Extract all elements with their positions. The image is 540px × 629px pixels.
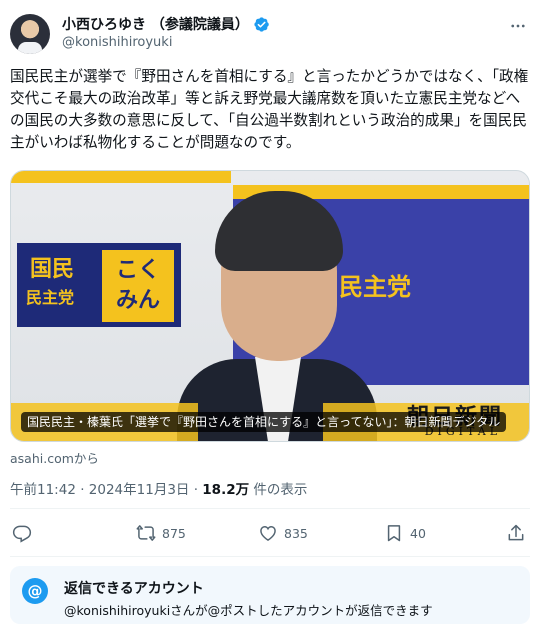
verified-badge-icon — [254, 16, 269, 32]
avatar[interactable] — [10, 14, 50, 54]
share-icon — [508, 524, 524, 541]
author-name-row: 小西ひろゆき （参議院議員） — [62, 14, 270, 34]
divider — [10, 556, 530, 557]
reply-restriction-box: @ 返信できるアカウント @konishihiroyukiさんが@ポストしたアカ… — [10, 566, 530, 624]
bookmark-button[interactable]: 40 — [384, 523, 426, 543]
post-text: 国民民主が選挙で『野田さんを首相にする』と言ったかどうかではなく、「政権交代こそ… — [10, 68, 529, 151]
author-handle[interactable]: @konishihiroyuki — [62, 35, 172, 50]
like-count: 835 — [284, 525, 308, 541]
views-label: 件の表示 — [249, 482, 308, 498]
link-card[interactable]: 民主党 国民 民主党 こく みん 朝日新聞 DIGITAL 国民民主・榛葉氏「選… — [10, 170, 530, 442]
bookmark-count: 40 — [410, 525, 426, 541]
party-logo-left-line1: 国民 — [30, 257, 75, 282]
reply-icon — [12, 525, 32, 543]
heart-icon — [260, 525, 276, 541]
post-meta: 午前11:42 · 2024年11月3日 · 18.2万 件の表示 — [10, 478, 307, 498]
reply-button[interactable] — [12, 523, 38, 543]
reply-restriction-description: @konishihiroyukiさんが@ポストしたアカウントが返信できます — [64, 603, 433, 618]
link-card-caption[interactable]: 国民民主・榛葉氏「選挙で『野田さんを首相にする』と言ってない」：朝日新聞デジタル — [21, 412, 507, 432]
author-display-name[interactable]: 小西ひろゆき （参議院議員） — [62, 14, 249, 34]
party-logo-right-line1: こく — [115, 258, 160, 283]
action-bar: 875 835 40 — [10, 520, 530, 550]
post-timestamp[interactable]: 午前11:42 · 2024年11月3日 · — [10, 482, 202, 498]
repost-icon — [136, 525, 156, 541]
views-count: 18.2万 — [202, 482, 250, 498]
party-logo-right-line2: みん — [115, 288, 160, 313]
reply-restriction-title: 返信できるアカウント — [64, 581, 204, 597]
at-sign-icon: @ — [22, 578, 48, 604]
repost-count: 875 — [162, 525, 186, 541]
backdrop-yellow-stripe — [11, 171, 231, 183]
more-options-icon[interactable] — [508, 16, 528, 36]
link-source[interactable]: asahi.comから — [10, 448, 99, 467]
party-logo-left-line2: 民主党 — [26, 288, 75, 307]
bookmark-icon — [387, 525, 401, 542]
party-logo-right: こく みん — [102, 250, 174, 322]
like-button[interactable]: 835 — [258, 523, 308, 543]
repost-button[interactable]: 875 — [136, 523, 186, 543]
party-logo: 国民 民主党 こく みん — [17, 243, 181, 327]
post-header: 小西ひろゆき （参議院議員） @konishihiroyuki — [10, 10, 530, 56]
share-button[interactable] — [506, 523, 526, 543]
party-logo-left: 国民 民主党 — [24, 250, 96, 322]
divider — [10, 508, 530, 509]
